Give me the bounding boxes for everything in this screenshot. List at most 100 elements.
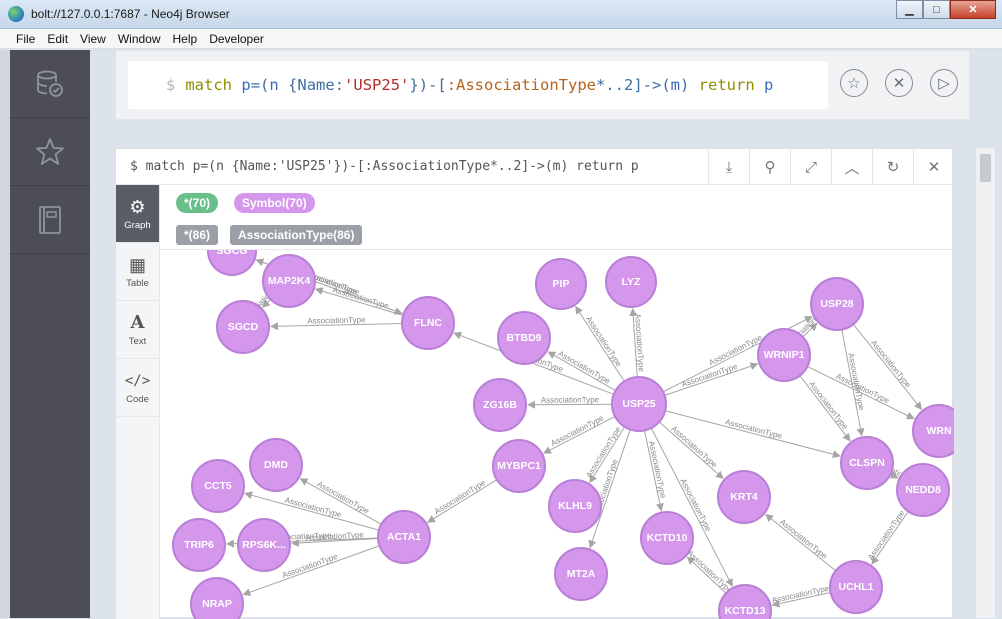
play-icon: ▷: [938, 75, 950, 92]
menu-bar: File Edit View Window Help Developer: [0, 29, 1002, 49]
graph-node[interactable]: KLHL9: [548, 479, 602, 533]
star-icon: ☆: [847, 75, 861, 92]
graph-node-label: WRN: [926, 425, 951, 437]
graph-node[interactable]: USP28: [810, 277, 864, 331]
query-token: {Name:: [278, 76, 345, 94]
tab-text[interactable]: A Text: [116, 301, 159, 359]
graph-node[interactable]: KCTD10: [640, 511, 694, 565]
rel-type-all-pill[interactable]: *(86): [176, 225, 219, 245]
tab-table[interactable]: ▦ Table: [116, 243, 159, 301]
graph-node[interactable]: WRNIP1: [757, 328, 811, 382]
download-button[interactable]: ⤓: [708, 149, 749, 185]
star-icon: [36, 137, 64, 165]
graph-node-label: RPS6K...: [242, 539, 286, 551]
menu-view[interactable]: View: [74, 32, 112, 46]
clear-query-button[interactable]: ✕: [885, 69, 913, 97]
code-icon: </>: [124, 372, 151, 389]
node-label-symbol-pill[interactable]: Symbol(70): [234, 193, 315, 213]
graph-legend: *(70) Symbol(70) *(86) AssociationType(8…: [160, 185, 954, 250]
query-token: m: [670, 76, 680, 94]
sidebar-item-favorites[interactable]: [10, 118, 90, 186]
graph-node-label: UCHL1: [838, 581, 873, 593]
menu-window[interactable]: Window: [112, 32, 167, 46]
graph-node[interactable]: SGCG: [207, 250, 257, 276]
tab-graph-label: Graph: [124, 219, 151, 231]
graph-node-label: SGCG: [217, 250, 248, 257]
maximize-button[interactable]: □: [923, 0, 950, 19]
graph-node[interactable]: RPS6K...: [237, 518, 291, 572]
pin-icon: ⚲: [764, 159, 776, 176]
graph-node[interactable]: NRAP: [190, 577, 244, 619]
graph-node[interactable]: ACTA1: [377, 510, 431, 564]
tab-code[interactable]: </> Code: [116, 359, 159, 417]
query-token: match: [185, 76, 242, 94]
graph-node[interactable]: FLNC: [401, 296, 455, 350]
graph-node-label: DMD: [264, 459, 288, 471]
close-frame-button[interactable]: ✕: [913, 149, 954, 185]
relationship-label: AssociationType: [778, 517, 829, 561]
download-icon: ⤓: [725, 158, 733, 176]
graph-node-label: SGCD: [228, 321, 259, 333]
graph-node[interactable]: WRN: [912, 404, 954, 458]
tab-graph[interactable]: ⚙ Graph: [116, 185, 159, 243]
relationship-label: AssociationType: [281, 552, 339, 580]
sidebar-item-database[interactable]: [10, 50, 90, 118]
graph-node[interactable]: MYBPC1: [492, 439, 546, 493]
graph-node[interactable]: NEDD8: [896, 463, 950, 517]
relationship-label: AssociationType: [541, 395, 600, 404]
menu-edit[interactable]: Edit: [41, 32, 74, 46]
sidebar-item-documents[interactable]: [10, 186, 90, 254]
query-token: =(: [250, 76, 270, 94]
relationship-label: AssociationType: [284, 495, 343, 519]
frame-query-text[interactable]: $ match p=(n {Name:'USP25'})-[:Associati…: [130, 159, 639, 174]
menu-help[interactable]: Help: [167, 32, 204, 46]
vertical-scrollbar[interactable]: [975, 148, 995, 618]
graph-node[interactable]: CLSPN: [840, 436, 894, 490]
cypher-query-input[interactable]: $ match p =(n {Name: 'USP25'})-[:Associati…: [128, 61, 828, 109]
close-window-button[interactable]: ✕: [950, 0, 996, 19]
graph-svg[interactable]: AssociationType AssociationType Associatio…: [160, 250, 954, 619]
graph-node[interactable]: KRT4: [717, 470, 771, 524]
run-query-button[interactable]: ▷: [930, 69, 958, 97]
graph-node[interactable]: MAP2K4: [262, 254, 316, 308]
graph-node-label: USP28: [820, 298, 853, 310]
graph-node[interactable]: TRIP6: [172, 518, 226, 572]
collapse-button[interactable]: ︿: [831, 149, 872, 185]
query-editor-bar: $ match p =(n {Name: 'USP25'})-[:Associati…: [115, 50, 970, 120]
favorite-query-button[interactable]: ☆: [840, 69, 868, 97]
graph-node[interactable]: MT2A: [554, 547, 608, 601]
relationship-label: AssociationType: [866, 508, 907, 561]
graph-node[interactable]: UCHL1: [829, 560, 883, 614]
graph-node[interactable]: CCT5: [191, 459, 245, 513]
app-sidebar: [10, 50, 90, 618]
menu-file[interactable]: File: [10, 32, 41, 46]
relationship-label: AssociationType: [685, 549, 734, 596]
graph-node[interactable]: BTBD9: [497, 311, 551, 365]
result-frame: $ match p=(n {Name:'USP25'})-[:Associati…: [115, 148, 954, 619]
graph-node[interactable]: PIP: [535, 258, 587, 310]
fullscreen-button[interactable]: ⤢: [790, 149, 831, 185]
minimize-button[interactable]: ▁: [896, 0, 923, 19]
menu-developer[interactable]: Developer: [203, 32, 270, 46]
scrollbar-thumb[interactable]: [980, 154, 991, 182]
graph-node-label: ZG16B: [483, 399, 517, 411]
graph-node[interactable]: LYZ: [605, 256, 657, 308]
rel-type-association-pill[interactable]: AssociationType(86): [230, 225, 363, 245]
relationship-label: AssociationType: [584, 315, 624, 369]
window-title: bolt://127.0.0.1:7687 - Neo4j Browser: [31, 7, 230, 21]
graph-node[interactable]: ZG16B: [473, 378, 527, 432]
graph-node-label: USP25: [622, 398, 655, 410]
pin-button[interactable]: ⚲: [749, 149, 790, 185]
graph-node-label: NEDD8: [905, 484, 941, 496]
query-token: p: [764, 76, 774, 94]
graph-node[interactable]: USP25: [611, 376, 667, 432]
graph-node[interactable]: SGCD: [216, 300, 270, 354]
frame-view-tabs: ⚙ Graph ▦ Table A Text </> Code: [116, 185, 160, 619]
node-label-all-pill[interactable]: *(70): [176, 193, 219, 213]
left-edge-strip: [0, 50, 10, 618]
graph-node[interactable]: DMD: [249, 438, 303, 492]
graph-node-label: KCTD13: [725, 605, 766, 617]
graph-node-label: PIP: [553, 278, 570, 290]
graph-canvas[interactable]: AssociationType AssociationType Associatio…: [160, 250, 954, 619]
rerun-button[interactable]: ↻: [872, 149, 913, 185]
